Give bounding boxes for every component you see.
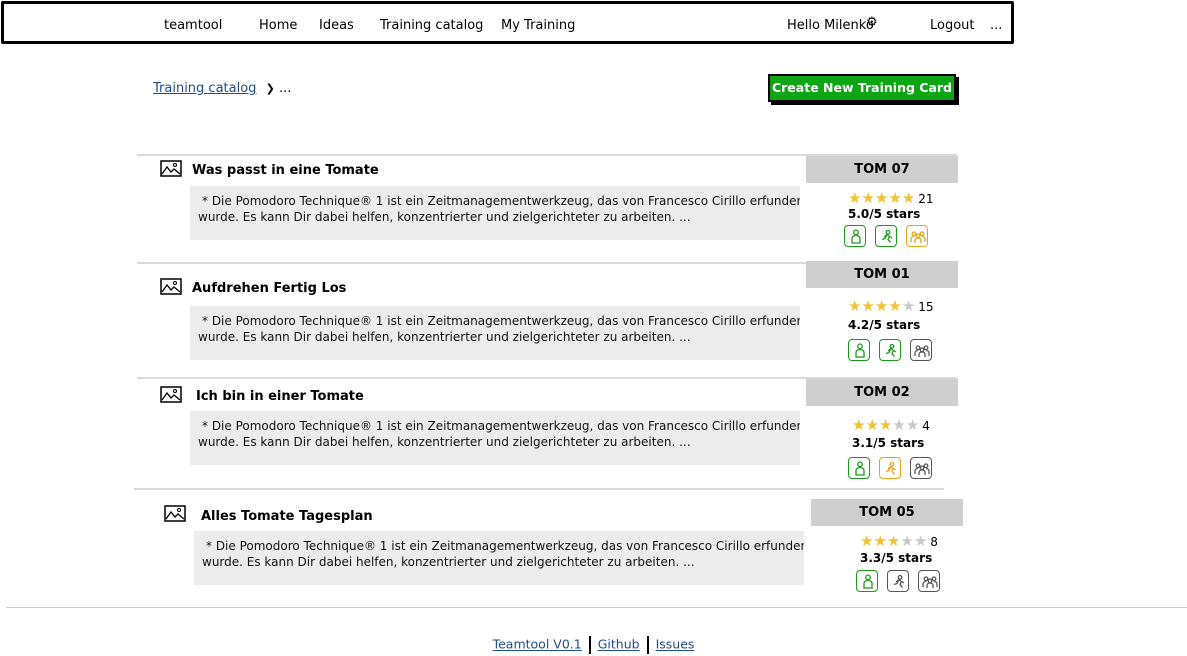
rating-text: 4.2/5 stars — [848, 318, 921, 332]
breadcrumb-current: ... — [278, 81, 292, 96]
image-icon — [164, 505, 186, 522]
description-line: wurde. Es kann Dir dabei helfen, konzent… — [198, 435, 691, 449]
trainee-badge-icon[interactable] — [844, 225, 866, 247]
image-icon — [160, 386, 182, 403]
card-description: * Die Pomodoro Technique® 1 ist ein Zeit… — [190, 411, 800, 465]
star-empty-icon[interactable]: ★ — [914, 532, 927, 550]
footer-divider — [6, 607, 1187, 608]
star-filled-icon[interactable]: ★ — [852, 416, 865, 434]
image-icon — [160, 278, 182, 295]
rating-text: 3.3/5 stars — [860, 551, 933, 565]
star-empty-icon[interactable]: ★ — [900, 532, 913, 550]
star-rating[interactable]: ★★★★★ 15 — [848, 298, 934, 315]
card-title[interactable]: Alles Tomate Tagesplan — [201, 509, 373, 524]
card-divider — [134, 488, 944, 490]
card-description: * Die Pomodoro Technique® 1 ist ein Zeit… — [190, 306, 800, 360]
star-filled-icon[interactable]: ★ — [848, 189, 861, 207]
star-filled-icon[interactable]: ★ — [865, 416, 878, 434]
trainee-badge-icon[interactable] — [848, 457, 870, 479]
top-nav-bar: teamtool Home Ideas Training catalog My … — [1, 1, 1014, 44]
star-filled-icon[interactable]: ★ — [875, 189, 888, 207]
review-count: 21 — [918, 192, 934, 206]
star-rating[interactable]: ★★★★★ 4 — [852, 417, 930, 434]
footer-link-issues[interactable]: Issues — [656, 637, 695, 652]
star-filled-icon[interactable]: ★ — [873, 532, 886, 550]
card-title[interactable]: Aufdrehen Fertig Los — [192, 281, 346, 296]
trainee-badge-icon[interactable] — [856, 570, 878, 592]
star-filled-icon[interactable]: ★ — [887, 532, 900, 550]
description-line: * Die Pomodoro Technique® 1 ist ein Zeit… — [202, 419, 800, 433]
nav-training-catalog[interactable]: Training catalog — [380, 18, 483, 33]
group-badge-icon[interactable] — [906, 225, 928, 247]
description-line: * Die Pomodoro Technique® 1 ist ein Zeit… — [202, 314, 800, 328]
rating-text: 3.1/5 stars — [852, 436, 925, 450]
chevron-right-icon: ❯ — [265, 82, 275, 95]
star-filled-icon[interactable]: ★ — [888, 189, 901, 207]
star-rating[interactable]: ★★★★★ 8 — [860, 533, 938, 550]
group-badge-icon[interactable] — [918, 570, 940, 592]
trainee-badge-icon[interactable] — [848, 339, 870, 361]
star-empty-icon[interactable]: ★ — [906, 416, 919, 434]
description-line: wurde. Es kann Dir dabei helfen, konzent… — [198, 210, 691, 224]
logout-link[interactable]: Logout — [930, 18, 975, 33]
rating-text: 5.0/5 stars — [848, 207, 921, 221]
more-menu[interactable]: ... — [990, 18, 1002, 33]
description-line: * Die Pomodoro Technique® 1 ist ein Zeit… — [202, 194, 800, 208]
group-badge-icon[interactable] — [910, 339, 932, 361]
runner-badge-icon[interactable] — [879, 339, 901, 361]
description-line: * Die Pomodoro Technique® 1 ist ein Zeit… — [206, 539, 804, 553]
card-title[interactable]: Was passt in eine Tomate — [192, 163, 379, 178]
star-filled-icon[interactable]: ★ — [861, 297, 874, 315]
breadcrumb-training-catalog[interactable]: Training catalog — [153, 81, 256, 96]
card-description: * Die Pomodoro Technique® 1 ist ein Zeit… — [194, 531, 804, 585]
review-count: 15 — [918, 300, 934, 314]
card-code: TOM 07 — [806, 156, 958, 183]
create-training-card-button[interactable]: Create New Training Card — [768, 74, 956, 102]
star-filled-icon[interactable]: ★ — [888, 297, 901, 315]
star-filled-icon[interactable]: ★ — [861, 189, 874, 207]
footer: Teamtool V0.1 Github Issues — [0, 636, 1187, 654]
card-code: TOM 05 — [811, 499, 963, 526]
user-greeting[interactable]: Hello Milenko — [787, 18, 874, 33]
review-count: 4 — [922, 419, 930, 433]
star-filled-icon[interactable]: ★ — [860, 532, 873, 550]
star-empty-icon[interactable]: ★ — [902, 297, 915, 315]
image-icon — [160, 160, 182, 177]
review-count: 8 — [930, 535, 938, 549]
card-code: TOM 02 — [806, 379, 958, 406]
brand-logo[interactable]: teamtool — [164, 18, 222, 33]
runner-badge-icon[interactable] — [879, 457, 901, 479]
footer-separator — [646, 636, 649, 654]
breadcrumb: Training catalog ❯ ... — [153, 81, 291, 96]
footer-link-version[interactable]: Teamtool V0.1 — [493, 637, 582, 652]
card-description: * Die Pomodoro Technique® 1 ist ein Zeit… — [190, 186, 800, 240]
nav-ideas[interactable]: Ideas — [319, 18, 354, 33]
star-filled-icon[interactable]: ★ — [902, 189, 915, 207]
footer-link-github[interactable]: Github — [598, 637, 640, 652]
card-code: TOM 01 — [806, 261, 958, 288]
nav-home[interactable]: Home — [259, 18, 297, 33]
gear-icon[interactable]: ⚙ — [866, 15, 878, 30]
footer-separator — [588, 636, 591, 654]
card-title[interactable]: Ich bin in einer Tomate — [196, 389, 364, 404]
star-filled-icon[interactable]: ★ — [879, 416, 892, 434]
star-filled-icon[interactable]: ★ — [848, 297, 861, 315]
star-filled-icon[interactable]: ★ — [875, 297, 888, 315]
star-empty-icon[interactable]: ★ — [892, 416, 905, 434]
nav-my-training[interactable]: My Training — [501, 18, 575, 33]
group-badge-icon[interactable] — [910, 457, 932, 479]
description-line: wurde. Es kann Dir dabei helfen, konzent… — [202, 555, 695, 569]
runner-badge-icon[interactable] — [887, 570, 909, 592]
star-rating[interactable]: ★★★★★ 21 — [848, 190, 934, 207]
description-line: wurde. Es kann Dir dabei helfen, konzent… — [198, 330, 691, 344]
runner-badge-icon[interactable] — [875, 225, 897, 247]
